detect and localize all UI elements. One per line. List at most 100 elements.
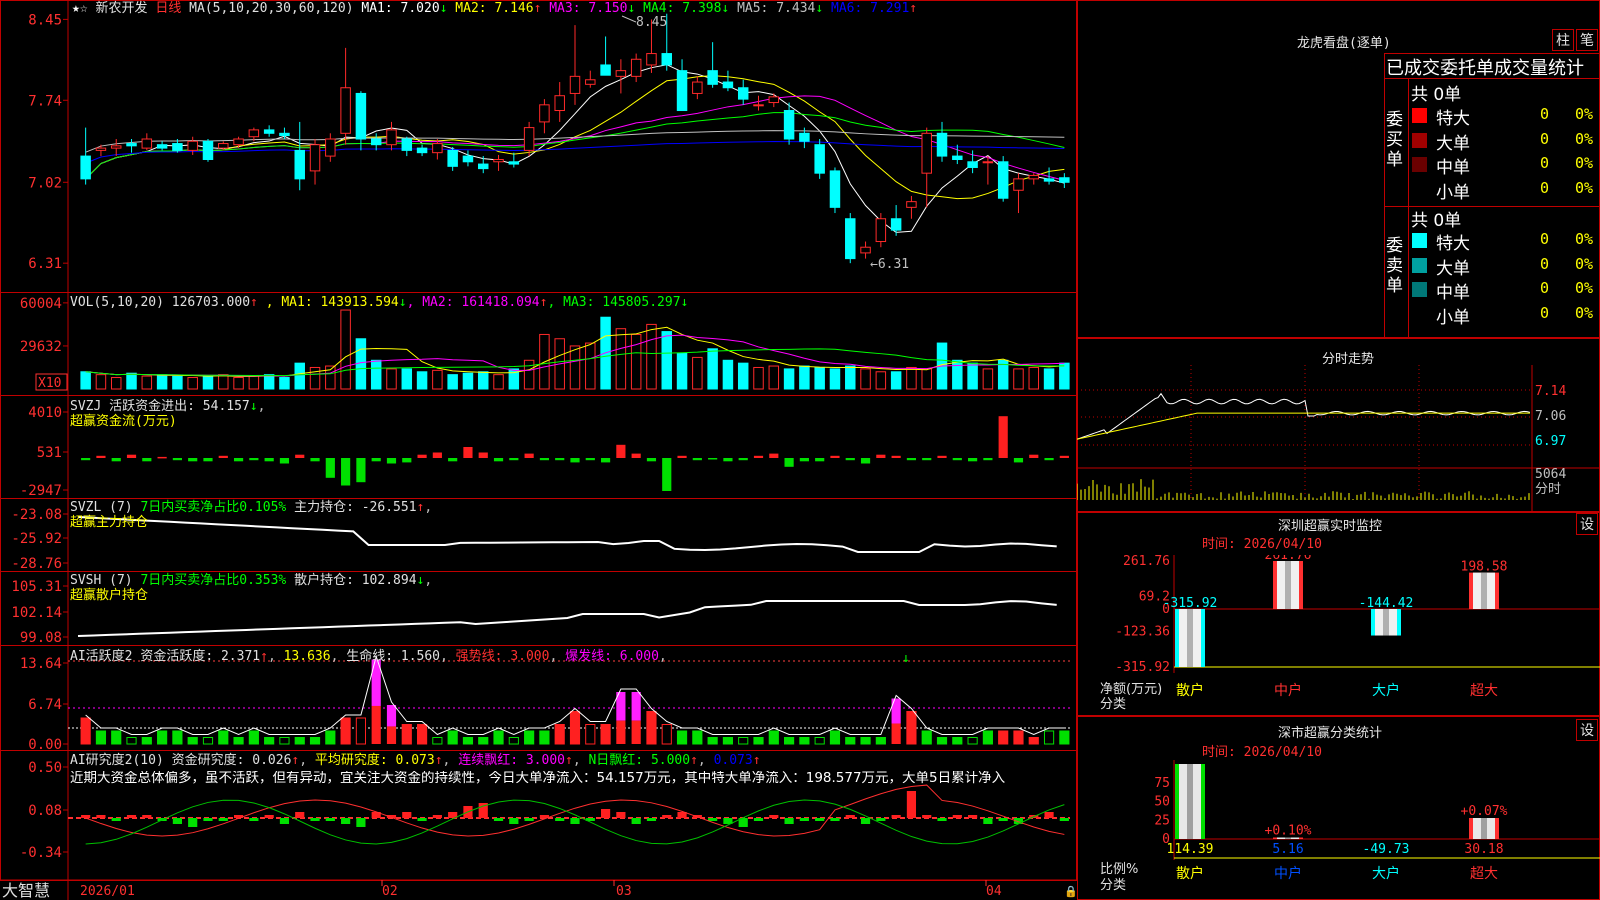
- buy-row-pct-1: 0%: [1575, 130, 1593, 148]
- candle: [188, 137, 197, 155]
- ai1-bar: [356, 718, 365, 744]
- svzj-title: SVZJ: [70, 399, 101, 414]
- candle: [631, 54, 640, 82]
- ai1-bar: [173, 731, 182, 744]
- svzj-bar: [586, 458, 595, 460]
- vol-bar: [953, 360, 962, 389]
- candle: [693, 76, 702, 99]
- vol-bar: [417, 372, 426, 389]
- candle: [402, 137, 411, 156]
- ai1-bar: [1060, 731, 1069, 744]
- mon-ytick-3: -123.36: [1115, 625, 1170, 640]
- date-label-feb: 02: [382, 884, 398, 899]
- price-axis-tick-1: 7.74: [28, 93, 62, 109]
- stock-name[interactable]: 新农开发: [95, 1, 147, 16]
- vol-bar: [203, 376, 212, 389]
- ai1-bar: [372, 706, 381, 744]
- ai2-bar: [1044, 812, 1053, 818]
- bar-mode-button[interactable]: 柱: [1552, 29, 1574, 51]
- svzj-bar: [173, 458, 182, 460]
- ai2-bar: [708, 818, 717, 821]
- cls-val-0: 114.39: [1167, 842, 1214, 857]
- vol-bar: [830, 369, 839, 389]
- svzj-bar: [402, 458, 411, 462]
- ai2-bar: [142, 815, 151, 818]
- svzj-bar: [983, 458, 992, 460]
- buy-row-swatch-0: [1412, 108, 1427, 123]
- ai1-bar: [525, 731, 534, 744]
- ai2-bar: [892, 815, 901, 818]
- fs-price-1: 7.06: [1535, 409, 1566, 424]
- vol-bar: [173, 376, 182, 389]
- ai2-bar: [509, 818, 518, 824]
- ai1-bar-top: [892, 699, 901, 724]
- buy-row-name-0: 特大: [1436, 104, 1470, 129]
- candle: [1014, 173, 1023, 213]
- cls-cat-2: 大户: [1372, 865, 1400, 882]
- svzl-arrow: ↑: [417, 500, 425, 515]
- candle: [264, 125, 273, 136]
- price-axis-tick-0: 8.45: [28, 12, 62, 28]
- svzj-bar: [830, 456, 839, 458]
- classify-settings-button[interactable]: 设: [1576, 719, 1598, 741]
- candle: [127, 139, 136, 153]
- candle: [203, 139, 212, 162]
- vol-bar: [188, 378, 197, 389]
- monitor-settings-button[interactable]: 设: [1576, 513, 1598, 535]
- ai2-red-line: [86, 785, 1065, 836]
- cls-bar-超大: [1469, 818, 1499, 839]
- ai2-bar: [341, 818, 350, 824]
- ai1-header: AI活跃度2 资金活跃度: 2.371↑, 13.636, 生命线: 1.560…: [70, 649, 667, 664]
- lock-icon[interactable]: 🔒: [1064, 884, 1078, 899]
- candle: [81, 128, 90, 185]
- ai2-bar: [616, 812, 625, 818]
- ai2-bar: [433, 815, 442, 818]
- ai1-bar: [876, 738, 885, 745]
- mon-bar-超大: [1469, 573, 1499, 609]
- period-label[interactable]: 日线: [155, 1, 181, 16]
- ai2-bar: [861, 818, 870, 824]
- cls-pct-3: +0.07%: [1461, 804, 1508, 819]
- buy-row-swatch-1: [1412, 133, 1427, 148]
- svzj-bar: [96, 456, 105, 458]
- ai2-bar: [96, 815, 105, 818]
- ai2-axis-tick-1: 0.08: [28, 803, 62, 819]
- svzj-bar: [1029, 455, 1038, 458]
- ai2-header: AI研究度2(10) 资金研究度: 0.026↑, 平均研究度: 0.073↑,…: [70, 753, 761, 768]
- intraday-chart[interactable]: 7.14 7.06 6.97 5064分时: [1077, 365, 1600, 512]
- ai2-bar: [968, 815, 977, 818]
- svzj-bar: [846, 458, 855, 460]
- mon-val-1: 261.76: [1265, 555, 1312, 563]
- svzj-bar: [525, 454, 534, 458]
- cls-ytick-2: 25: [1154, 813, 1170, 828]
- vol-bar: [219, 375, 228, 389]
- app-logo[interactable]: 大智慧: [2, 882, 50, 900]
- buy-row-count-0: 0: [1540, 105, 1549, 123]
- sell-total: 共 0单: [1411, 206, 1461, 231]
- svzj-bar: [555, 458, 564, 460]
- candle: [555, 82, 564, 122]
- ma-label-4: MA4: 7.398: [635, 1, 721, 16]
- ai2-bar: [601, 809, 610, 818]
- ai1-bar: [754, 738, 763, 745]
- ai1-axis-tick-2: 0.00: [28, 737, 62, 753]
- sell-row-pct-3: 0%: [1575, 304, 1593, 322]
- candle: [891, 205, 900, 236]
- ai2-bar: [785, 818, 794, 824]
- ai2-bar: [922, 815, 931, 818]
- ai1-bar: [892, 724, 901, 744]
- svsh-title: SVSH (7): [70, 573, 133, 588]
- svzj-bar: [1014, 458, 1023, 462]
- candle: [708, 42, 717, 88]
- vol-value-arrow: ↑: [250, 295, 258, 310]
- ai1-bar: [601, 725, 610, 745]
- tick-mode-button[interactable]: 笔: [1576, 29, 1598, 51]
- ai1-bar: [295, 738, 304, 745]
- ai1-bar: [81, 718, 90, 744]
- svzj-bar: [922, 458, 931, 460]
- vol-bar: [586, 343, 595, 389]
- vol-bar: [846, 366, 855, 389]
- ai2-bar: [494, 818, 503, 821]
- ai1-bar: [326, 731, 335, 744]
- star-icon[interactable]: ★☆: [72, 1, 88, 16]
